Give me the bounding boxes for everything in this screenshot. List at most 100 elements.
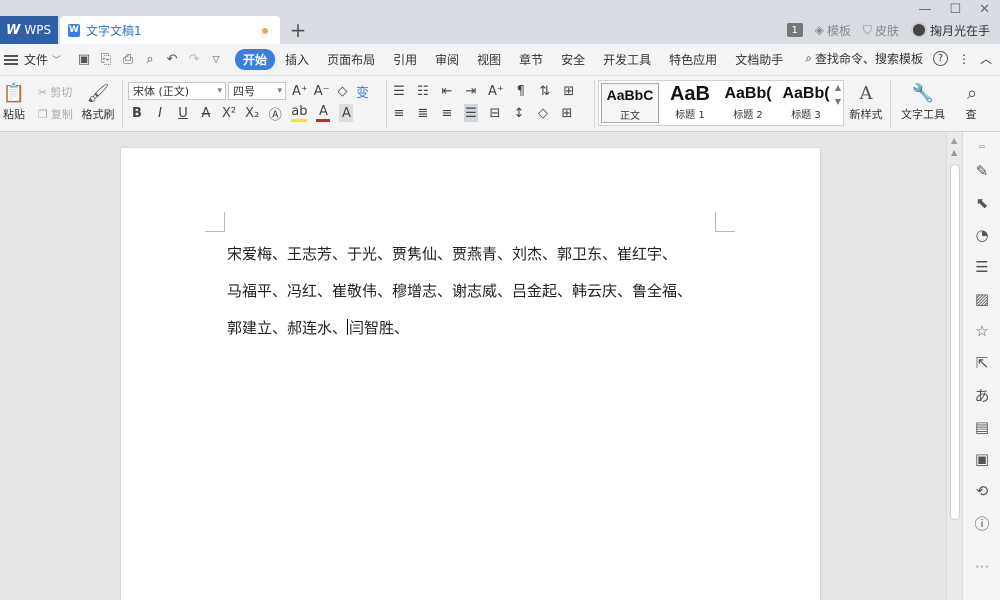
shrink-font-icon[interactable]: A⁻ <box>314 82 330 100</box>
styles-scroll-down-icon[interactable]: ▼ <box>835 97 841 106</box>
highlight-icon[interactable]: ab <box>291 104 308 122</box>
new-tab-button[interactable]: + <box>288 18 308 42</box>
print-preview-icon[interactable]: ⌕ <box>143 52 157 67</box>
help-icon[interactable]: ? <box>932 51 948 66</box>
superscript-icon[interactable]: X² <box>222 104 236 122</box>
cut-button[interactable]: ✂ 剪切 <box>38 84 72 100</box>
tab-review[interactable]: 审阅 <box>427 49 467 70</box>
copy-button[interactable]: ❐ 复制 <box>38 106 73 122</box>
file-menu[interactable]: 文件 ﹀ <box>24 51 61 68</box>
decrease-indent-icon[interactable]: ⇤ <box>440 82 454 100</box>
redo-icon[interactable]: ↷ <box>187 52 201 67</box>
subscript-icon[interactable]: X₂ <box>245 104 259 122</box>
justify-icon[interactable]: ☰ <box>464 104 478 122</box>
scroll-up-icon[interactable]: ▲ <box>951 136 957 145</box>
chinese-layout-icon[interactable]: A⁺ <box>488 82 504 100</box>
export-icon[interactable]: ⎘ <box>99 52 113 67</box>
styles-scroll-up-icon[interactable]: ▲ <box>835 83 841 92</box>
command-search[interactable]: ⌕ 查找命令、搜索模板 <box>805 50 923 67</box>
vertical-scrollbar[interactable]: ▲ ▲ <box>946 132 962 600</box>
collapse-ribbon-icon[interactable]: ︿ <box>980 50 992 67</box>
translate-icon[interactable]: あ <box>973 386 991 405</box>
grow-font-icon[interactable]: A⁺ <box>292 82 308 100</box>
scroll-thumb[interactable] <box>950 164 960 520</box>
star-icon[interactable]: ☆ <box>973 322 991 340</box>
margin-marker <box>715 212 735 232</box>
style-heading-1[interactable]: AaB 标题 1 <box>661 83 719 123</box>
image-icon[interactable]: ▣ <box>973 450 991 468</box>
maximize-icon[interactable]: ☐ <box>949 2 961 17</box>
gallery-icon[interactable]: ▨ <box>973 290 991 308</box>
borders-icon[interactable]: ⊞ <box>560 104 574 122</box>
font-name-select[interactable]: 宋体 (正文) <box>128 82 226 100</box>
adjust-icon[interactable]: ☰ <box>973 258 991 276</box>
tab-developer[interactable]: 开发工具 <box>595 49 659 70</box>
save-icon[interactable]: ▣ <box>77 52 91 67</box>
text-tools-button[interactable]: 🔧 文字工具 <box>898 82 948 122</box>
close-icon[interactable]: ✕ <box>979 2 990 17</box>
align-center-icon[interactable]: ≣ <box>416 104 430 122</box>
numbered-list-icon[interactable]: ☷ <box>416 82 430 100</box>
wps-home-tab[interactable]: W WPS <box>0 16 58 44</box>
tab-section[interactable]: 章节 <box>511 49 551 70</box>
tab-page-layout[interactable]: 页面布局 <box>319 49 383 70</box>
archive-icon[interactable]: ▤ <box>973 418 991 436</box>
style-heading-2[interactable]: AaBb( 标题 2 <box>719 83 777 123</box>
tab-references[interactable]: 引用 <box>385 49 425 70</box>
share-icon[interactable]: ⇱ <box>973 354 991 372</box>
undo-icon[interactable]: ↶ <box>165 52 179 67</box>
document-body[interactable]: 宋爱梅、王志芳、于光、贾隽仙、贾燕青、刘杰、郭卫东、崔红宇、 马福平、冯红、崔敬… <box>227 236 727 347</box>
distribute-icon[interactable]: ⊟ <box>488 104 502 122</box>
font-size-select[interactable]: 四号 <box>228 82 286 100</box>
document-workspace[interactable]: 宋爱梅、王志芳、于光、贾隽仙、贾燕青、刘杰、郭卫东、崔红宇、 马福平、冯红、崔敬… <box>0 132 946 600</box>
customize-icon[interactable]: ▽ <box>209 53 223 67</box>
show-marks-icon[interactable]: ¶ <box>514 82 528 100</box>
format-painter-button[interactable]: 🖌 格式刷 <box>80 82 116 122</box>
phonetic-icon[interactable]: 变 <box>356 82 370 101</box>
hamburger-icon[interactable] <box>4 54 18 65</box>
font-color-icon[interactable]: A <box>316 104 331 122</box>
scroll-up-page-icon[interactable]: ▲ <box>951 148 957 157</box>
tab-security[interactable]: 安全 <box>553 49 593 70</box>
pen-icon[interactable]: ✎ <box>973 162 991 180</box>
drag-handle-icon[interactable]: ═ <box>973 138 991 156</box>
skin-button[interactable]: ⛉ 皮肤 <box>863 22 899 39</box>
table-icon[interactable]: ⊞ <box>562 82 576 100</box>
paste-button[interactable]: 📋 粘贴 <box>0 82 28 122</box>
italic-icon[interactable]: I <box>153 104 167 122</box>
new-style-button[interactable]: A 新样式 <box>846 82 886 122</box>
style-heading-3[interactable]: AaBb( 标题 3 <box>777 83 835 123</box>
help-circle-icon[interactable]: ⓘ <box>973 514 991 533</box>
align-right-icon[interactable]: ≡ <box>440 104 454 122</box>
bullet-list-icon[interactable]: ☰ <box>392 82 406 100</box>
print-icon[interactable]: ⎙ <box>121 52 135 67</box>
more-icon[interactable]: ⋮ <box>958 52 970 66</box>
tab-doc-assistant[interactable]: 文档助手 <box>727 49 791 70</box>
shapes-icon[interactable]: ◔ <box>973 226 991 244</box>
cursor-icon[interactable]: ⬉ <box>973 194 991 212</box>
minimize-icon[interactable]: — <box>918 2 931 17</box>
align-left-icon[interactable]: ≡ <box>392 104 406 122</box>
char-shading-icon[interactable]: A <box>339 104 354 122</box>
tab-insert[interactable]: 插入 <box>277 49 317 70</box>
tab-view[interactable]: 视图 <box>469 49 509 70</box>
bold-icon[interactable]: B <box>130 104 144 122</box>
increase-indent-icon[interactable]: ⇥ <box>464 82 478 100</box>
style-normal[interactable]: AaBbC 正文 <box>601 83 659 123</box>
line-spacing-icon[interactable]: ↕ <box>512 104 526 122</box>
clear-format-icon[interactable]: ◇ <box>336 82 350 100</box>
sort-icon[interactable]: ⇅ <box>538 82 552 100</box>
tab-special[interactable]: 特色应用 <box>661 49 725 70</box>
strikethrough-icon[interactable]: A <box>199 104 213 122</box>
underline-icon[interactable]: U <box>176 104 190 122</box>
history-icon[interactable]: ⟲ <box>973 482 991 500</box>
document-page[interactable]: 宋爱梅、王志芳、于光、贾隽仙、贾燕青、刘杰、郭卫东、崔红宇、 马福平、冯红、崔敬… <box>121 148 820 600</box>
user-account[interactable]: 掬月光在手 <box>910 22 990 39</box>
more-options-icon[interactable]: ··· <box>973 558 991 576</box>
document-tab[interactable]: W 文字文稿1 <box>60 16 280 44</box>
text-effect-icon[interactable]: Ⓐ <box>268 104 282 123</box>
shading-icon[interactable]: ◇ <box>536 104 550 122</box>
template-button[interactable]: ◈ 模板 <box>815 22 851 39</box>
find-button[interactable]: ⌕ 查 <box>960 82 982 122</box>
tab-home[interactable]: 开始 <box>235 49 276 70</box>
